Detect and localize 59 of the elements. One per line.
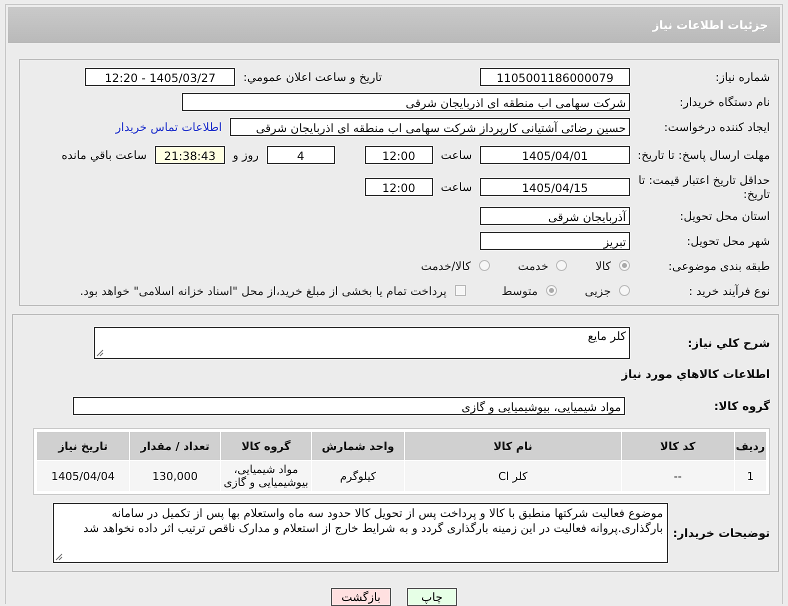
field-label: توضیحات خریدار: xyxy=(672,526,770,540)
column-header: تعداد / مقدار xyxy=(130,432,220,460)
radio-option[interactable]: کالا/خدمت xyxy=(420,258,490,272)
column-header: گروه کالا xyxy=(221,432,311,460)
column-header: واحد شمارش xyxy=(312,432,404,460)
field-label: ایجاد کننده درخواست: xyxy=(663,120,770,134)
text-field[interactable]: 1105001186000079 xyxy=(480,68,630,86)
field-label: شماره نیاز: xyxy=(714,70,770,84)
text-field[interactable]: 1405/04/01 xyxy=(480,146,630,164)
contact-link[interactable]: اطلاعات تماس خریدار xyxy=(115,120,222,134)
radio-option[interactable]: کالا xyxy=(595,258,630,272)
page-title: جزئیات اطلاعات نیاز xyxy=(652,18,768,32)
table-cell: کلر Cl xyxy=(405,461,621,491)
field-label: نام دستگاه خریدار: xyxy=(678,94,770,108)
radio-option[interactable]: جزیی xyxy=(584,284,630,298)
print-button[interactable]: چاپ xyxy=(407,588,457,606)
remaining-label: ساعت باقي مانده xyxy=(62,148,147,162)
countdown-field[interactable]: 21:38:43 xyxy=(154,146,225,164)
field-label: گروه کالا: xyxy=(713,398,770,412)
field-label: حداقل تاریخ اعتبار قیمت: تا تاریخ: xyxy=(637,173,770,201)
text-field[interactable]: 1405/04/15 xyxy=(480,178,630,196)
table-cell: کیلوگرم xyxy=(312,461,404,491)
time-label: ساعت xyxy=(440,148,472,162)
text-field[interactable]: شرکت سهامی اب منطقه ای اذربایجان شرقی xyxy=(182,92,630,110)
column-header: تاریخ نیاز xyxy=(37,432,129,460)
text-field[interactable]: آذربایجان شرقی xyxy=(480,206,630,224)
text-field[interactable]: 1405/03/27 - 12:20 xyxy=(85,68,236,86)
radio-option[interactable]: متوسط xyxy=(502,284,557,298)
column-header: ردیف xyxy=(734,432,766,460)
text-field[interactable]: مواد شیمیایی، بیوشیمیایی و گازی xyxy=(73,396,625,414)
field-label: استان محل تحویل: xyxy=(678,208,770,222)
column-header: نام کالا xyxy=(405,432,621,460)
resize-grip-icon[interactable] xyxy=(55,553,63,561)
text-field[interactable]: 12:00 xyxy=(364,178,433,196)
checkbox-option[interactable]: پرداخت تمام یا بخشی از مبلغ خرید،از محل "اسناد خزانه اسلامی" خواهد بود. xyxy=(80,284,466,298)
text-field[interactable]: 12:00 xyxy=(364,146,433,164)
table-cell: 130,000 xyxy=(130,461,220,491)
field-label: طبقه بندی موضوعی: xyxy=(667,258,770,272)
table-cell: مواد شیمیایی، بیوشیمیایی و گازی xyxy=(221,461,311,491)
time-label: ساعت xyxy=(440,180,472,194)
radio-option[interactable]: خدمت xyxy=(518,258,568,272)
section-heading: اطلاعات كالاهاي مورد نياز xyxy=(620,366,771,383)
table-cell: 1 xyxy=(734,461,766,491)
field-label: نوع فرآیند خرید : xyxy=(688,284,770,298)
field-label: شهر محل تحویل: xyxy=(686,234,770,248)
text-field[interactable]: حسین رضائی آشتیانی کارپرداز شرکت سهامی اب منطقه ای اذربایجان شرقی xyxy=(230,118,630,136)
text-field[interactable]: تبریز xyxy=(480,232,630,250)
table-cell: 1405/04/04 xyxy=(37,461,129,491)
field-label: تاریخ و ساعت اعلان عمومي: xyxy=(243,70,382,84)
resize-grip-icon[interactable] xyxy=(96,349,104,357)
back-button[interactable]: بازگشت xyxy=(331,588,391,606)
notes-field[interactable]: موضوع فعالیت شرکتها منطبق با کالا و پرداخت پس از تحویل کالا حدود سه ماه واستعلام بها پس از تکمیل در سامانه بارگذاری.پروانه فعالیت در این زمینه بارگذاری گردد و به شرایط خارج از استعلام و مدارک ناقص ترتیب اثر داده نخواهد شد xyxy=(53,503,668,563)
table-cell: -- xyxy=(622,461,734,491)
description-field[interactable]: كلر مايع xyxy=(94,327,630,359)
field-label: مهلت ارسال پاسخ: تا تاریخ: xyxy=(636,148,770,162)
text-field[interactable]: 4 xyxy=(266,146,335,164)
column-header: کد کالا xyxy=(622,432,734,460)
field-label: شرح كلي نياز: xyxy=(686,336,770,350)
days-label: روز و xyxy=(232,148,259,162)
